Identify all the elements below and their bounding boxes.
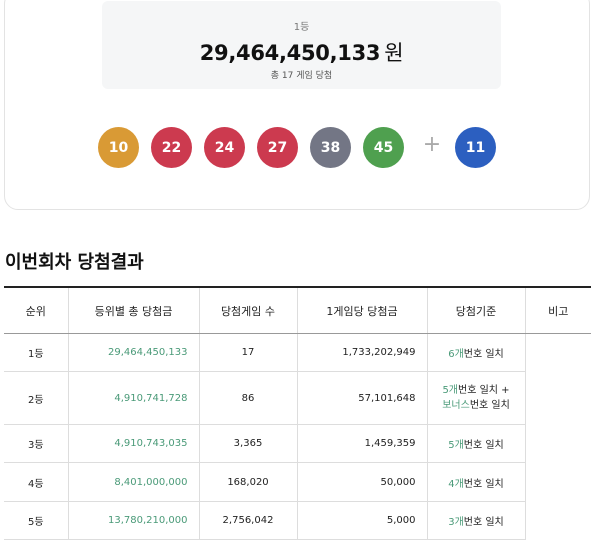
table-row: 5등 13,780,210,000 2,756,042 5,000 3개번호 일… (4, 501, 591, 540)
prize-game-count: 총 17 게임 당첨 (270, 71, 333, 81)
header-criteria: 당첨기준 (426, 286, 525, 334)
plus-icon: + (422, 132, 442, 157)
criteria-count: 3개 (448, 517, 464, 528)
section-title: 이번회차 당첨결과 (5, 252, 144, 273)
cell-winning-games: 2,756,042 (198, 501, 297, 540)
number-ball: 45 (363, 127, 404, 168)
table-row: 4등 8,401,000,000 168,020 50,000 4개번호 일치 (4, 462, 591, 502)
cell-winning-games: 17 (198, 333, 297, 372)
cell-total-prize: 8,401,000,000 (67, 462, 199, 502)
winning-numbers-card: 1등 29,464,450,133 원 총 17 게임 당첨 (4, 0, 590, 210)
cell-criteria: 5개번호 일치 + 보너스번호 일치 (426, 371, 525, 425)
number-ball: 27 (257, 127, 298, 168)
cell-note (524, 333, 591, 540)
cell-prize-per-game: 50,000 (296, 462, 427, 502)
criteria-bonus: 보너스 (442, 400, 470, 411)
number-ball: 22 (151, 127, 192, 168)
criteria-count: 4개 (448, 478, 464, 490)
header-total-prize: 등위별 총 당첨금 (67, 286, 199, 334)
table-row: 3등 4,910,743,035 3,365 1,459,359 5개번호 일치 (4, 424, 591, 463)
cell-prize-per-game: 1,459,359 (296, 424, 427, 463)
prize-amount: 29,464,450,133 원 (102, 37, 501, 67)
header-note: 비고 (524, 286, 591, 334)
cell-criteria: 3개번호 일치 (426, 501, 525, 540)
first-prize-box: 1등 29,464,450,133 원 총 17 게임 당첨 (102, 1, 501, 89)
cell-prize-per-game: 57,101,648 (296, 371, 427, 425)
criteria-bonus-text: 번호 일치 (469, 400, 510, 411)
winning-balls: 10 22 24 27 38 45 + 11 (0, 127, 600, 169)
cell-prize-per-game: 1,733,202,949 (296, 333, 427, 372)
cell-rank: 5등 (4, 501, 68, 540)
number-ball: 38 (310, 127, 351, 168)
cell-criteria: 5개번호 일치 (426, 424, 525, 463)
number-ball: 10 (98, 127, 139, 168)
cell-rank: 2등 (4, 371, 68, 425)
criteria-text: 번호 일치 (463, 517, 504, 528)
cell-winning-games: 3,365 (198, 424, 297, 463)
prize-amount-unit: 원 (384, 41, 404, 65)
prize-rank-label: 1등 (293, 22, 310, 33)
criteria-text: 번호 일치 + (458, 385, 510, 396)
cell-winning-games: 86 (198, 371, 297, 425)
criteria-text: 번호 일치 (463, 478, 504, 490)
cell-total-prize: 4,910,743,035 (67, 424, 199, 463)
header-prize-per-game: 1게임당 당첨금 (296, 286, 427, 334)
header-rank: 순위 (4, 286, 68, 334)
cell-criteria: 6개번호 일치 (426, 333, 525, 372)
criteria-text: 번호 일치 (463, 349, 504, 360)
cell-prize-per-game: 5,000 (296, 501, 427, 540)
results-table: 순위 등위별 총 당첨금 당첨게임 수 1게임당 당첨금 당첨기준 비고 1등 … (4, 286, 591, 540)
table-row: 2등 4,910,741,728 86 57,101,648 5개번호 일치 +… (4, 371, 591, 425)
bonus-ball: 11 (455, 127, 496, 168)
number-ball: 24 (204, 127, 245, 168)
criteria-count: 5개 (448, 440, 464, 451)
cell-criteria: 4개번호 일치 (426, 462, 525, 502)
table-row: 1등 29,464,450,133 17 1,733,202,949 6개번호 … (4, 333, 591, 540)
cell-total-prize: 4,910,741,728 (67, 371, 199, 425)
cell-rank: 4등 (4, 462, 68, 502)
criteria-count: 6개 (448, 349, 464, 360)
cell-rank: 3등 (4, 424, 68, 463)
cell-total-prize: 29,464,450,133 (67, 333, 199, 372)
criteria-text: 번호 일치 (463, 440, 504, 451)
cell-winning-games: 168,020 (198, 462, 297, 502)
criteria-count: 5개 (442, 385, 458, 396)
cell-rank: 1등 (4, 333, 68, 372)
cell-total-prize: 13,780,210,000 (67, 501, 199, 540)
table-header-row: 순위 등위별 총 당첨금 당첨게임 수 1게임당 당첨금 당첨기준 비고 (4, 286, 591, 334)
header-winning-games: 당첨게임 수 (198, 286, 297, 334)
prize-amount-value: 29,464,450,133 (199, 41, 381, 65)
